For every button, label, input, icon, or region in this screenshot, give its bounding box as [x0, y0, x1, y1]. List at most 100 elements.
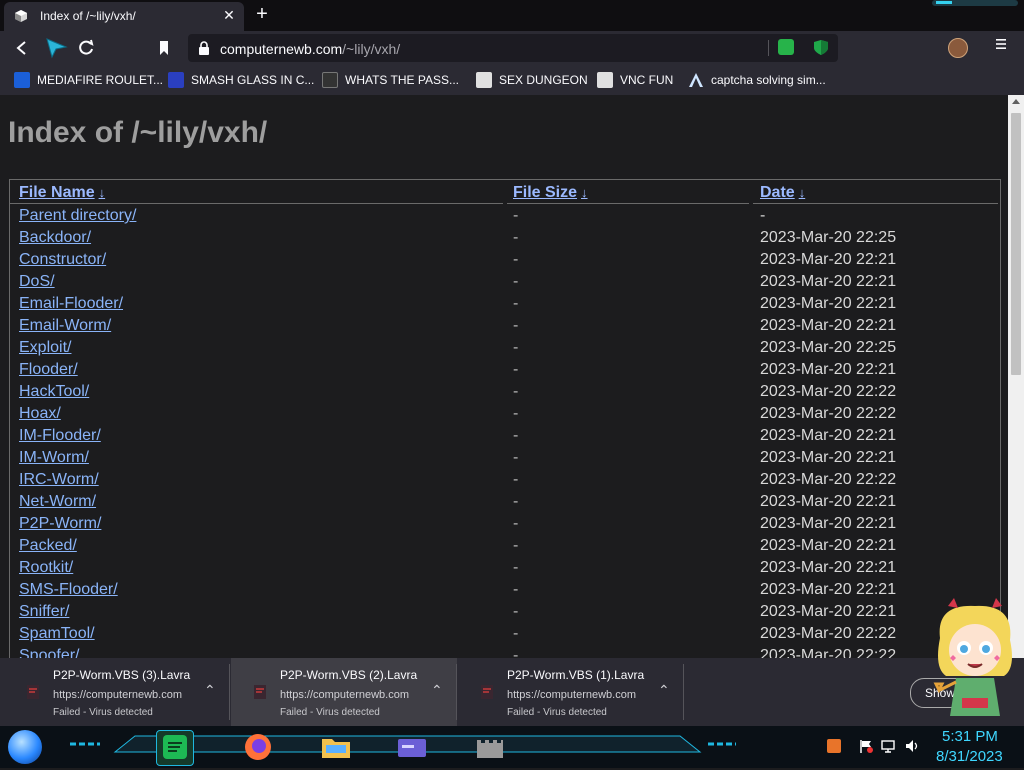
file-link[interactable]: Sniffer/ [19, 603, 69, 621]
file-link[interactable]: HackTool/ [19, 383, 89, 401]
file-link[interactable]: Spoofer/ [19, 647, 79, 658]
file-size: - [513, 405, 519, 422]
divider [683, 664, 684, 720]
lock-icon [199, 41, 209, 55]
bookmark-mediafire[interactable]: MEDIAFIRE ROULET... [14, 72, 163, 88]
castle-icon [477, 740, 503, 758]
file-explorer-taskbar-button[interactable] [318, 730, 354, 764]
window-card-icon [398, 739, 426, 757]
downloads-shelf: P2P-Worm.VBS (3).Lavra https://computern… [0, 658, 1024, 726]
reload-icon [79, 39, 94, 55]
bookmark-captcha[interactable]: captcha solving sim... [688, 72, 826, 88]
reload-button[interactable] [75, 37, 97, 59]
bookmark-icon [160, 41, 168, 55]
file-link[interactable]: SMS-Flooder/ [19, 581, 118, 599]
file-size: - [513, 427, 519, 444]
column-file-name[interactable]: File Name ↓ [19, 184, 105, 202]
file-link[interactable]: Net-Worm/ [19, 493, 96, 511]
file-date: 2023-Mar-20 22:22 [760, 647, 897, 658]
file-size: - [513, 449, 519, 466]
bookmark-sex-dungeon[interactable]: SEX DUNGEON [476, 72, 588, 88]
spotify-taskbar-button[interactable] [156, 730, 194, 766]
account-avatar[interactable] [948, 38, 968, 58]
back-button[interactable] [11, 37, 33, 59]
file-link[interactable]: Hoax/ [19, 405, 61, 423]
chevron-up-icon[interactable]: ⌃ [204, 682, 216, 699]
cube-icon [597, 72, 613, 88]
table-row: IM-Flooder/ - 2023-Mar-20 22:21 [10, 424, 1000, 446]
file-link[interactable]: Email-Flooder/ [19, 295, 123, 313]
tab-strip: Index of /~lily/vxh/ ✕ + [0, 0, 1024, 31]
file-link[interactable]: IRC-Worm/ [19, 471, 99, 489]
extension-green-icon[interactable] [778, 39, 794, 55]
table-row: Spoofer/ - 2023-Mar-20 22:22 [10, 644, 1000, 658]
file-size: - [513, 317, 519, 334]
firefox-taskbar-button[interactable] [240, 730, 276, 764]
castle-taskbar-button[interactable] [472, 730, 508, 764]
start-button[interactable] [8, 730, 42, 764]
file-link[interactable]: IM-Flooder/ [19, 427, 101, 445]
file-size: - [513, 383, 519, 400]
file-date: 2023-Mar-20 22:21 [760, 449, 897, 466]
download-item[interactable]: P2P-Worm.VBS (3).Lavra https://computern… [4, 658, 230, 726]
scrollbar-thumb[interactable] [1011, 113, 1021, 375]
file-date: 2023-Mar-20 22:21 [760, 603, 897, 620]
bookmark-page-button[interactable] [153, 37, 175, 59]
table-row: Net-Worm/ - 2023-Mar-20 22:21 [10, 490, 1000, 512]
tab-active[interactable]: Index of /~lily/vxh/ ✕ [4, 2, 244, 31]
file-link[interactable]: Rootkit/ [19, 559, 73, 577]
forward-button[interactable] [44, 37, 68, 59]
file-size: - [513, 295, 519, 312]
file-link[interactable]: Parent directory/ [19, 207, 136, 225]
clock-date[interactable]: 8/31/2023 [936, 748, 1003, 765]
file-date: 2023-Mar-20 22:22 [760, 383, 897, 400]
table-row: Backdoor/ - 2023-Mar-20 22:25 [10, 226, 1000, 248]
tab-title: Index of /~lily/vxh/ [40, 9, 136, 23]
file-link[interactable]: DoS/ [19, 273, 55, 291]
file-date: 2023-Mar-20 22:21 [760, 251, 897, 268]
file-date: 2023-Mar-20 22:21 [760, 295, 897, 312]
firefox-icon [245, 734, 271, 760]
file-link[interactable]: Packed/ [19, 537, 77, 555]
clock-time[interactable]: 5:31 PM [942, 728, 998, 745]
file-link[interactable]: IM-Worm/ [19, 449, 89, 467]
volume-icon[interactable] [904, 738, 920, 754]
menu-button[interactable] [994, 37, 1008, 56]
chevron-up-icon[interactable]: ⌃ [658, 682, 670, 699]
scrollbar[interactable] [1008, 95, 1024, 658]
file-link[interactable]: P2P-Worm/ [19, 515, 101, 533]
tray-app-icon[interactable] [826, 738, 842, 754]
column-file-size[interactable]: File Size ↓ [513, 184, 588, 202]
cartoon-character-sticker [933, 598, 1012, 716]
divider [229, 664, 230, 720]
window-card-taskbar-button[interactable] [394, 730, 430, 764]
new-tab-button[interactable]: + [252, 4, 272, 24]
sort-arrow-icon: ↓ [98, 185, 106, 200]
file-link[interactable]: Exploit/ [19, 339, 71, 357]
chevron-up-icon[interactable]: ⌃ [431, 682, 443, 699]
file-date: 2023-Mar-20 22:21 [760, 581, 897, 598]
download-item[interactable]: P2P-Worm.VBS (2).Lavra https://computern… [231, 658, 457, 726]
file-link[interactable]: SpamTool/ [19, 625, 95, 643]
file-link[interactable]: Backdoor/ [19, 229, 91, 247]
table-row: Sniffer/ - 2023-Mar-20 22:21 [10, 600, 1000, 622]
file-date: 2023-Mar-20 22:22 [760, 625, 897, 642]
address-bar[interactable]: computernewb.com/~lily/vxh/ [188, 34, 838, 62]
network-icon[interactable] [880, 738, 896, 754]
sort-arrow-icon: ↓ [798, 185, 806, 200]
bookmark-smash-glass[interactable]: SMASH GLASS IN C... [168, 72, 314, 88]
column-date[interactable]: Date ↓ [760, 184, 805, 202]
scroll-up-arrow-icon[interactable] [1012, 99, 1020, 104]
bookmark-whats-the-pass[interactable]: WHATS THE PASS... [322, 72, 459, 88]
file-date: 2023-Mar-20 22:25 [760, 229, 897, 246]
shield-icon[interactable] [813, 39, 829, 56]
cursor-icon [46, 38, 68, 59]
file-link[interactable]: Flooder/ [19, 361, 78, 379]
taskbar: 5:31 PM 8/31/2023 [0, 726, 1024, 768]
close-tab-icon[interactable]: ✕ [220, 7, 238, 24]
bookmark-vnc-fun[interactable]: VNC FUN [597, 72, 673, 88]
file-link[interactable]: Constructor/ [19, 251, 106, 269]
file-link[interactable]: Email-Worm/ [19, 317, 111, 335]
flag-icon[interactable] [858, 738, 874, 754]
download-item[interactable]: P2P-Worm.VBS (1).Lavra https://computern… [458, 658, 684, 726]
